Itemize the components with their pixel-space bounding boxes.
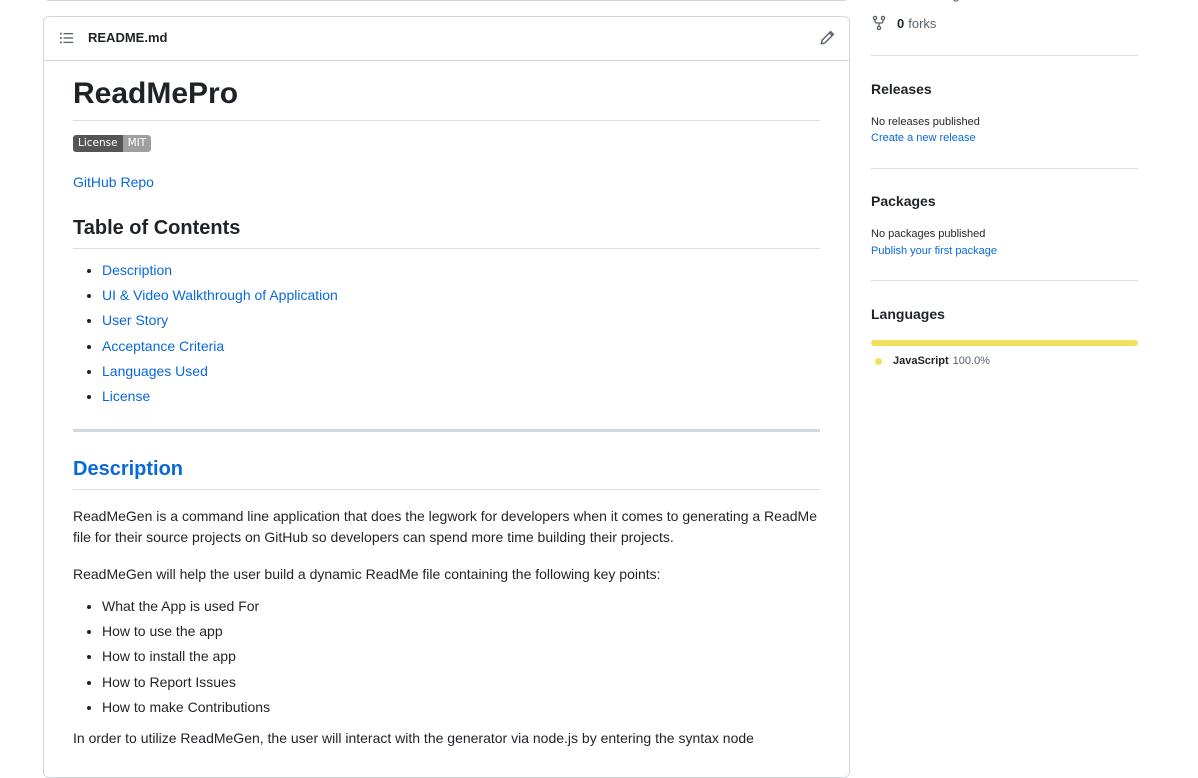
watching-label: watching	[908, 0, 959, 2]
list-item: Description	[102, 261, 820, 279]
list-item: How to use the app	[102, 622, 820, 640]
list-item: User Story	[102, 311, 820, 329]
section-divider	[73, 428, 820, 432]
key-points-list: What the App is used For How to use the …	[73, 597, 820, 716]
description-paragraph-2: ReadMeGen will help the user build a dyn…	[73, 565, 661, 582]
eye-icon	[871, 0, 887, 2]
list-unordered-icon[interactable]	[60, 31, 74, 45]
list-item: How to install the app	[102, 647, 820, 665]
language-name: JavaScript	[893, 355, 949, 367]
toc-link-walkthrough[interactable]: UI & Video Walkthrough of Application	[102, 287, 338, 303]
about-panel-bottom	[43, 0, 850, 1]
toc-link-acceptance-criteria[interactable]: Acceptance Criteria	[102, 338, 224, 354]
watching-count: 1	[897, 0, 904, 2]
list-item: Languages Used	[102, 362, 820, 380]
list-item: License	[102, 387, 820, 405]
create-release-link[interactable]: Create a new release	[871, 132, 976, 144]
toc-link-license[interactable]: License	[102, 388, 150, 404]
markdown-body: ReadMePro License MIT GitHub Repo Table …	[73, 61, 820, 749]
description-paragraph-3: In order to utilize ReadMeGen, the user …	[73, 729, 754, 746]
language-percent: 100.0%	[952, 355, 990, 367]
readme-panel: README.md ReadMePro License MIT GitHub R…	[43, 16, 850, 778]
packages-heading[interactable]: Packages	[871, 193, 936, 209]
packages-note: No packages published	[871, 228, 986, 240]
releases-note: No releases published	[871, 116, 980, 128]
forks-label: forks	[908, 15, 937, 31]
toc-list: Description UI & Video Walkthrough of Ap…	[73, 261, 820, 405]
description-anchor-link[interactable]: Description	[73, 458, 183, 480]
languages-heading: Languages	[871, 306, 945, 322]
sidebar-divider	[871, 168, 1138, 169]
github-repo-link[interactable]: GitHub Repo	[73, 174, 820, 190]
language-item[interactable]: JavaScript 100.0%	[875, 355, 990, 367]
badge-value: MIT	[122, 135, 152, 152]
list-item: What the App is used For	[102, 597, 820, 615]
toc-link-user-story[interactable]: User Story	[102, 312, 168, 328]
list-item: How to make Contributions	[102, 698, 820, 716]
releases-heading[interactable]: Releases	[871, 81, 932, 97]
description-heading: Description	[73, 457, 820, 490]
sidebar-divider	[871, 280, 1138, 281]
list-item: Acceptance Criteria	[102, 337, 820, 355]
watching-stat[interactable]: 1 watching	[871, 0, 960, 2]
forks-count: 0	[897, 15, 905, 31]
license-badge[interactable]: License MIT	[73, 135, 152, 152]
forks-stat[interactable]: 0 forks	[871, 15, 936, 31]
description-paragraph-1: ReadMeGen is a command line application …	[73, 507, 817, 545]
list-item: UI & Video Walkthrough of Application	[102, 286, 820, 304]
readme-title: ReadMePro	[73, 77, 820, 121]
toc-heading: Table of Contents	[73, 216, 820, 249]
repo-forked-icon	[872, 15, 886, 31]
language-color-dot	[875, 357, 882, 365]
readme-filename[interactable]: README.md	[88, 30, 167, 45]
toc-link-description[interactable]: Description	[102, 262, 172, 278]
readme-header: README.md	[44, 17, 849, 61]
pencil-icon[interactable]	[819, 30, 835, 46]
list-item: How to Report Issues	[102, 673, 820, 691]
language-bar	[871, 340, 1138, 346]
publish-package-link[interactable]: Publish your first package	[871, 245, 997, 257]
sidebar-divider	[871, 55, 1138, 56]
badge-label: License	[73, 135, 123, 152]
toc-link-languages-used[interactable]: Languages Used	[102, 363, 208, 379]
